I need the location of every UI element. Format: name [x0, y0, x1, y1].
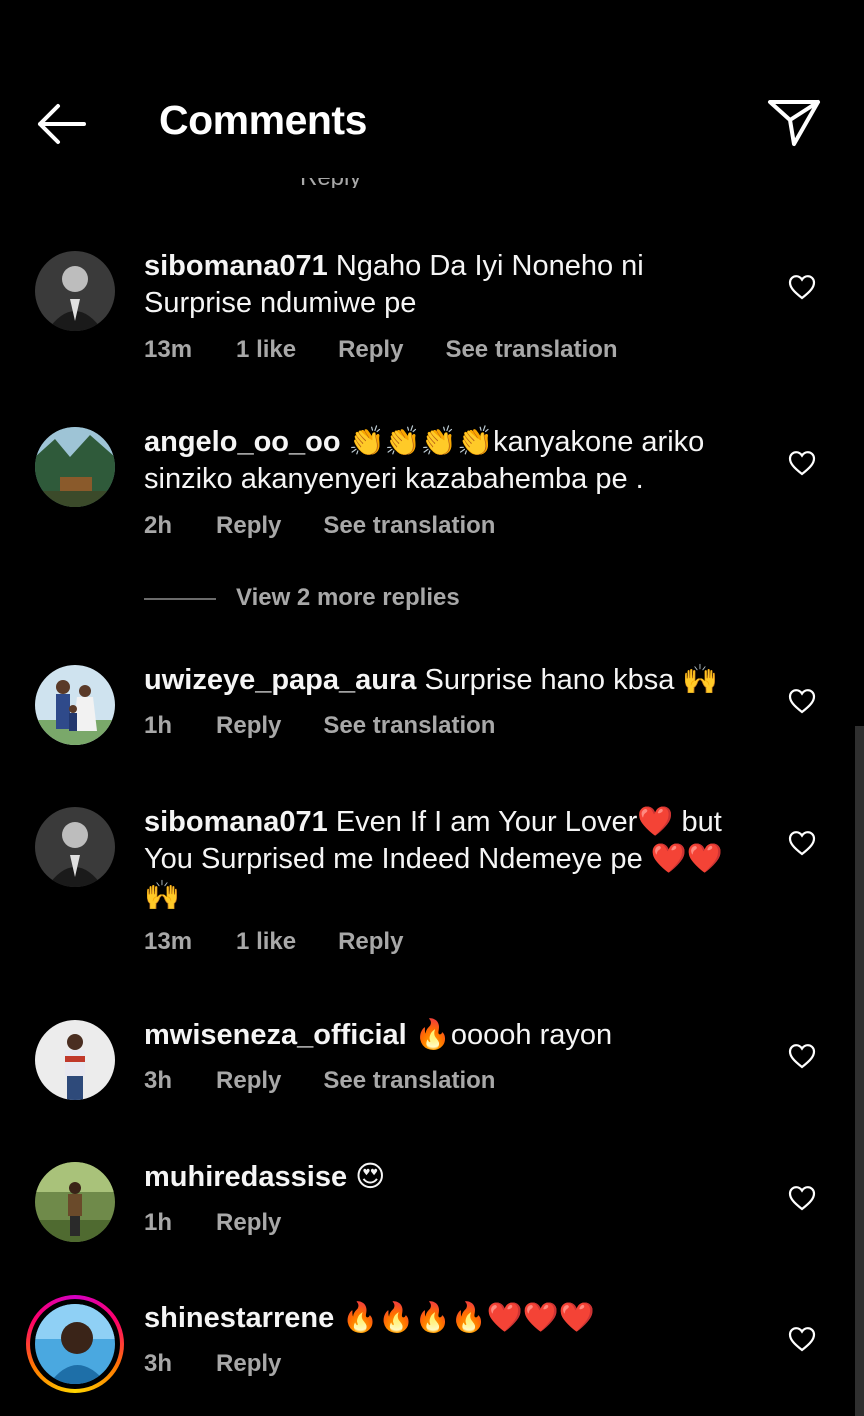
reply-button[interactable]: Reply	[338, 928, 403, 955]
reply-button[interactable]: Reply	[216, 1209, 281, 1236]
comment-meta: 13m 1 like Reply See translation	[144, 336, 660, 364]
comment-likes[interactable]: 1 like	[236, 928, 296, 955]
like-button[interactable]	[788, 1185, 816, 1211]
avatar[interactable]	[35, 665, 115, 745]
comment-username[interactable]: mwiseneza_official	[144, 1019, 407, 1051]
avatar[interactable]	[35, 807, 115, 887]
paper-plane-icon	[768, 100, 820, 146]
comment-username[interactable]: shinestarrene	[144, 1302, 334, 1334]
comment-username[interactable]: sibomana071	[144, 806, 328, 838]
comment-meta: 1h Reply	[144, 1209, 323, 1237]
heart-icon	[788, 831, 816, 856]
comment-meta: 13m 1 like Reply	[144, 928, 445, 956]
see-translation-button[interactable]: See translation	[323, 512, 495, 539]
heart-icon	[788, 1044, 816, 1069]
comment-time: 3h	[144, 1350, 173, 1377]
comment-meta: 1h Reply See translation	[144, 712, 537, 740]
reply-button[interactable]: Reply	[338, 336, 403, 363]
see-translation-button[interactable]: See translation	[323, 1067, 495, 1094]
like-button[interactable]	[788, 830, 816, 856]
like-button[interactable]	[788, 688, 816, 714]
comment-text: sibomana071 Ngaho Da Iyi Noneho ni Surpr…	[144, 248, 759, 322]
like-button[interactable]	[788, 1326, 816, 1352]
comment-body: 🔥🔥🔥🔥❤️❤️❤️	[342, 1302, 596, 1334]
heart-icon	[788, 1186, 816, 1211]
view-more-replies[interactable]: View 2 more replies	[144, 584, 544, 618]
comment-text: angelo_oo_oo 👏👏👏👏kanyakone ariko sinziko…	[144, 424, 759, 498]
avatar[interactable]	[35, 251, 115, 331]
see-translation-button[interactable]: See translation	[445, 336, 617, 363]
comment-body: Surprise hano kbsa 🙌	[424, 664, 719, 696]
reply-button[interactable]: Reply	[216, 1067, 281, 1094]
comment-text: muhiredassise 😍	[144, 1159, 759, 1196]
comment-time: 3h	[144, 1067, 173, 1094]
story-ring-avatar[interactable]	[26, 1295, 124, 1393]
comment-meta: 2h Reply See translation	[144, 512, 537, 540]
page-title: Comments	[159, 97, 367, 143]
heart-icon	[788, 1327, 816, 1352]
scrollbar[interactable]	[855, 726, 864, 1416]
heart-icon	[788, 689, 816, 714]
avatar[interactable]	[35, 1020, 115, 1100]
avatar[interactable]	[35, 427, 115, 507]
comment-time: 1h	[144, 712, 173, 739]
divider-line	[144, 598, 216, 600]
heart-icon	[788, 451, 816, 476]
comment-username[interactable]: muhiredassise	[144, 1161, 347, 1193]
clipped-reply-link: Reply	[300, 178, 440, 188]
comment-time: 1h	[144, 1209, 173, 1236]
avatar	[35, 1304, 115, 1384]
comment-time: 2h	[144, 512, 173, 539]
arrow-left-icon	[38, 104, 86, 144]
reply-button[interactable]: Reply	[216, 1350, 281, 1377]
share-button[interactable]	[764, 94, 824, 154]
comment-body: 😍	[355, 1161, 386, 1193]
comment-time: 13m	[144, 928, 193, 955]
comment-text: shinestarrene 🔥🔥🔥🔥❤️❤️❤️	[144, 1300, 759, 1337]
comment-time: 13m	[144, 336, 193, 363]
reply-button[interactable]: Reply	[216, 712, 281, 739]
comment-text: sibomana071 Even If I am Your Lover❤️ bu…	[144, 804, 759, 915]
comment-likes[interactable]: 1 like	[236, 336, 296, 363]
comment-username[interactable]: uwizeye_papa_aura	[144, 664, 416, 696]
back-button[interactable]	[30, 96, 94, 152]
reply-button[interactable]: Reply	[216, 512, 281, 539]
like-button[interactable]	[788, 450, 816, 476]
heart-icon	[788, 275, 816, 300]
like-button[interactable]	[788, 1043, 816, 1069]
like-button[interactable]	[788, 274, 816, 300]
comment-meta: 3h Reply See translation	[144, 1067, 537, 1095]
header-bar: Comments	[0, 0, 864, 200]
comment-text: uwizeye_papa_aura Surprise hano kbsa 🙌	[144, 662, 759, 699]
comment-username[interactable]: sibomana071	[144, 250, 328, 282]
comment-body: 🔥ooooh rayon	[414, 1019, 613, 1051]
comment-text: mwiseneza_official 🔥ooooh rayon	[144, 1017, 759, 1054]
comment-username[interactable]: angelo_oo_oo	[144, 426, 341, 458]
comment-meta: 3h Reply	[144, 1350, 323, 1378]
avatar[interactable]	[35, 1162, 115, 1242]
see-translation-button[interactable]: See translation	[323, 712, 495, 739]
view-more-replies-label[interactable]: View 2 more replies	[236, 584, 460, 612]
